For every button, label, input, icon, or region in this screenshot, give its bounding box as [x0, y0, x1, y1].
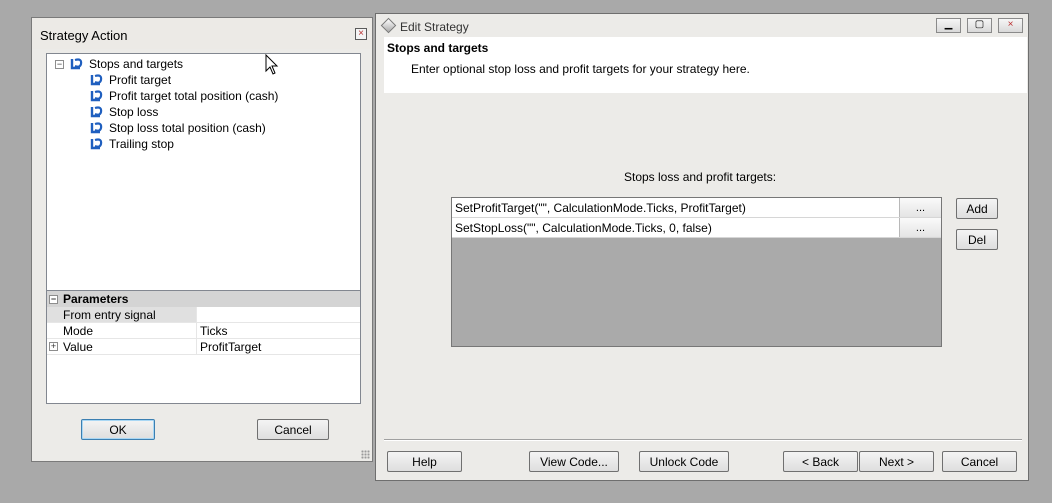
property-row[interactable]: Mode Ticks	[47, 323, 360, 339]
back-button[interactable]: < Back	[783, 451, 858, 472]
collapse-icon[interactable]: −	[49, 294, 58, 304]
tree-item-label: Trailing stop	[109, 137, 174, 151]
window-title: Edit Strategy	[400, 20, 469, 34]
property-row[interactable]: + Value ProfitTarget	[47, 339, 360, 355]
minimize-icon[interactable]: ▁	[936, 18, 961, 33]
tree-item-label: Stop loss	[109, 105, 159, 119]
property-value[interactable]	[197, 307, 360, 322]
page-title: Stops and targets	[387, 41, 489, 55]
expand-icon[interactable]: +	[49, 342, 58, 351]
tree-item-label: Profit target	[109, 73, 172, 87]
edit-row-button[interactable]: ...	[899, 218, 941, 237]
strategy-action-titlebar[interactable]: Strategy Action ×	[32, 18, 372, 49]
close-icon[interactable]: ×	[355, 28, 367, 40]
view-code-button[interactable]: View Code...	[529, 451, 619, 472]
tree-node-profit-target-cash[interactable]: Profit target total position (cash)	[89, 88, 278, 104]
list-item-text[interactable]: SetStopLoss("", CalculationMode.Ticks, 0…	[452, 218, 899, 237]
parameters-grid: − Parameters From entry signal Mode Tick…	[46, 291, 361, 404]
tree-node-stop-loss[interactable]: Stop loss	[89, 104, 158, 120]
footer-separator	[384, 439, 1022, 441]
maximize-icon[interactable]: ▢	[967, 18, 992, 33]
action-icon	[90, 122, 103, 134]
parameters-header[interactable]: − Parameters	[47, 291, 360, 307]
del-button[interactable]: Del	[956, 229, 998, 250]
tree-node-profit-target[interactable]: Profit target	[89, 72, 171, 88]
property-name: Mode	[47, 323, 197, 338]
edit-row-button[interactable]: ...	[899, 198, 941, 217]
cancel-button[interactable]: Cancel	[942, 451, 1017, 472]
action-icon	[70, 58, 83, 70]
list-item-text[interactable]: SetProfitTarget("", CalculationMode.Tick…	[452, 198, 899, 217]
parameters-header-label: Parameters	[63, 292, 129, 306]
collapse-icon[interactable]: −	[55, 59, 64, 69]
next-button[interactable]: Next >	[859, 451, 934, 472]
strategy-action-window: Strategy Action × − Stops and targets Pr…	[31, 17, 373, 462]
add-button[interactable]: Add	[956, 198, 998, 219]
unlock-code-button[interactable]: Unlock Code	[639, 451, 729, 472]
resize-grip[interactable]	[361, 450, 370, 459]
property-row[interactable]: From entry signal	[47, 307, 360, 323]
property-name: From entry signal	[47, 307, 197, 322]
mouse-cursor-icon	[265, 54, 279, 75]
property-value[interactable]: Ticks	[197, 323, 360, 338]
edit-strategy-window: Edit Strategy ▁ ▢ × Stops and targets En…	[375, 13, 1029, 481]
cancel-button[interactable]: Cancel	[257, 419, 329, 440]
list-item[interactable]: SetProfitTarget("", CalculationMode.Tick…	[452, 198, 941, 218]
tree-node-stop-loss-cash[interactable]: Stop loss total position (cash)	[89, 120, 266, 136]
action-icon	[90, 106, 103, 118]
close-icon[interactable]: ×	[998, 18, 1023, 33]
list-label: Stops loss and profit targets:	[624, 170, 777, 184]
tree-node-trailing-stop[interactable]: Trailing stop	[89, 136, 174, 152]
action-icon	[90, 90, 103, 102]
tree-item-label: Stop loss total position (cash)	[109, 121, 266, 135]
wizard-header: Stops and targets Enter optional stop lo…	[384, 37, 1027, 93]
edit-strategy-titlebar[interactable]: Edit Strategy ▁ ▢ ×	[376, 14, 1028, 37]
window-title: Strategy Action	[40, 28, 128, 43]
tree-item-label: Profit target total position (cash)	[109, 89, 279, 103]
help-button[interactable]: Help	[387, 451, 462, 472]
app-icon	[380, 17, 397, 34]
property-name-cell: + Value	[47, 339, 197, 354]
action-tree: − Stops and targets Profit target Profit…	[46, 53, 361, 291]
property-name: Value	[63, 339, 93, 354]
page-subtitle: Enter optional stop loss and profit targ…	[411, 62, 750, 76]
list-item[interactable]: SetStopLoss("", CalculationMode.Ticks, 0…	[452, 218, 941, 238]
ok-button[interactable]: OK	[81, 419, 155, 440]
tree-root-label: Stops and targets	[89, 57, 184, 71]
action-icon	[90, 138, 103, 150]
property-value[interactable]: ProfitTarget	[197, 339, 360, 354]
action-icon	[90, 74, 103, 86]
tree-node-stops-and-targets[interactable]: − Stops and targets	[55, 56, 183, 72]
stops-targets-list: SetProfitTarget("", CalculationMode.Tick…	[451, 197, 942, 347]
